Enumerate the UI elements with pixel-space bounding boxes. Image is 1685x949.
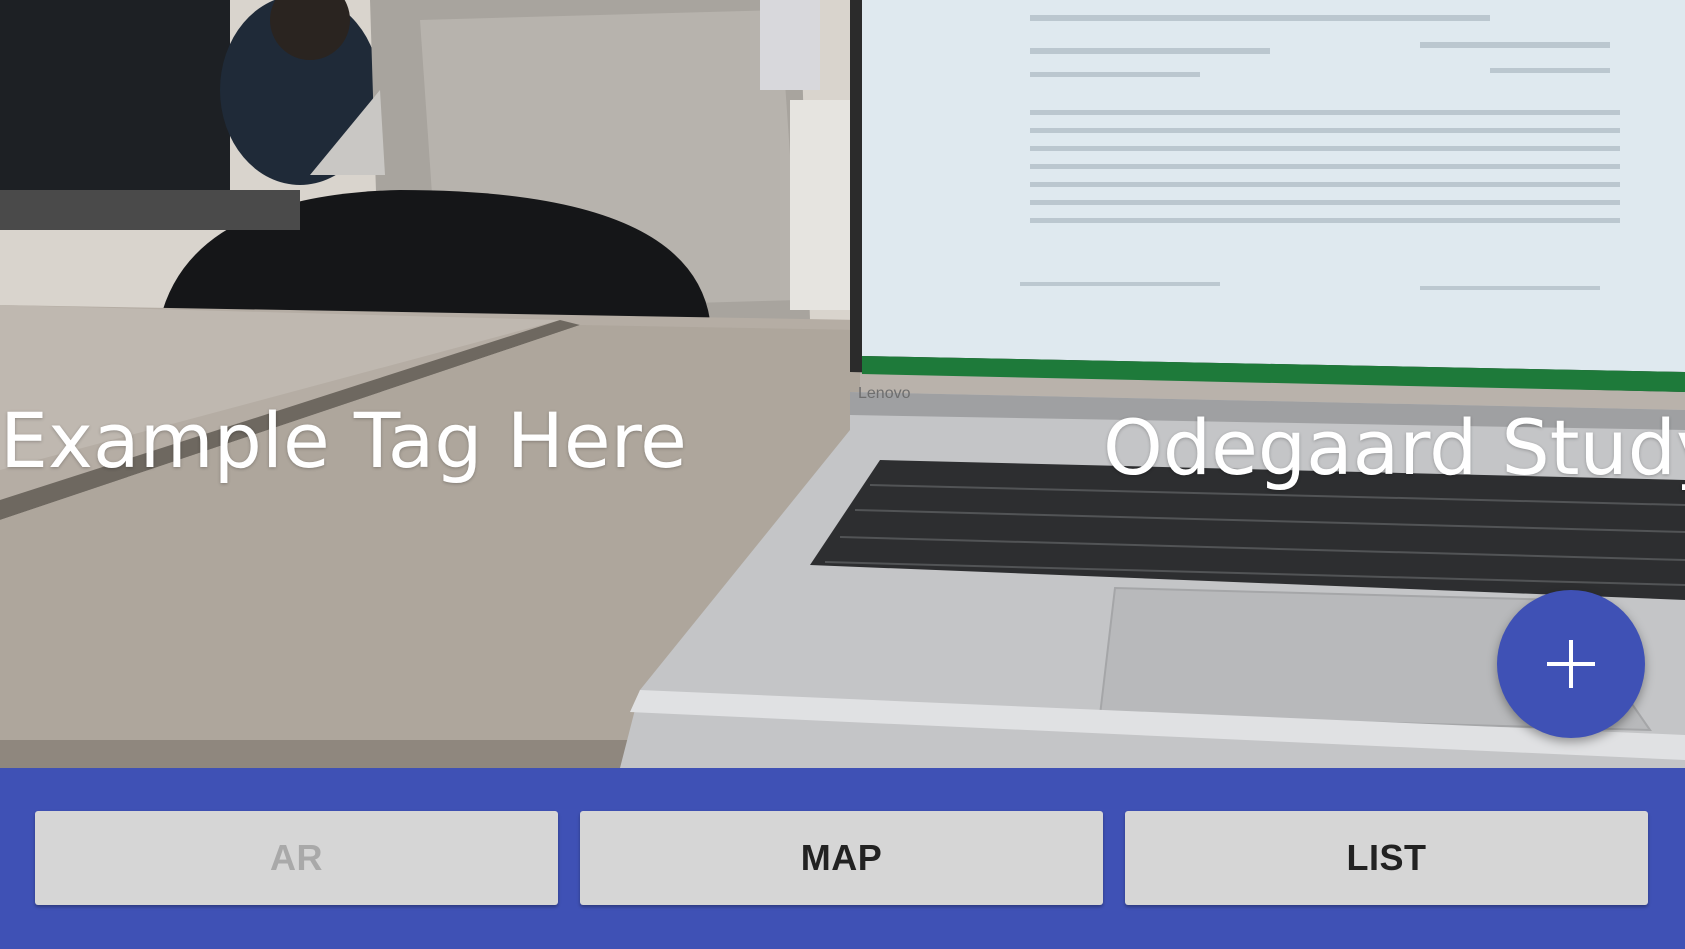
ar-tag-label[interactable]: Odegaard Study B [1103,410,1685,486]
camera-view: Lenovo [0,0,1685,768]
laptop-brand: Lenovo [858,385,911,402]
ar-tab-button[interactable]: AR [35,811,558,905]
ar-screen: Lenovo Example Tag Here Odegaard Study B… [0,0,1685,949]
plus-icon [1547,640,1595,688]
bottom-navigation: AR MAP LIST [0,768,1685,949]
camera-scene: Lenovo [0,0,1685,768]
ar-tag-label[interactable]: Example Tag Here [0,403,687,479]
list-tab-button[interactable]: LIST [1125,811,1648,905]
add-tag-button[interactable] [1497,590,1645,738]
map-tab-button[interactable]: MAP [580,811,1103,905]
